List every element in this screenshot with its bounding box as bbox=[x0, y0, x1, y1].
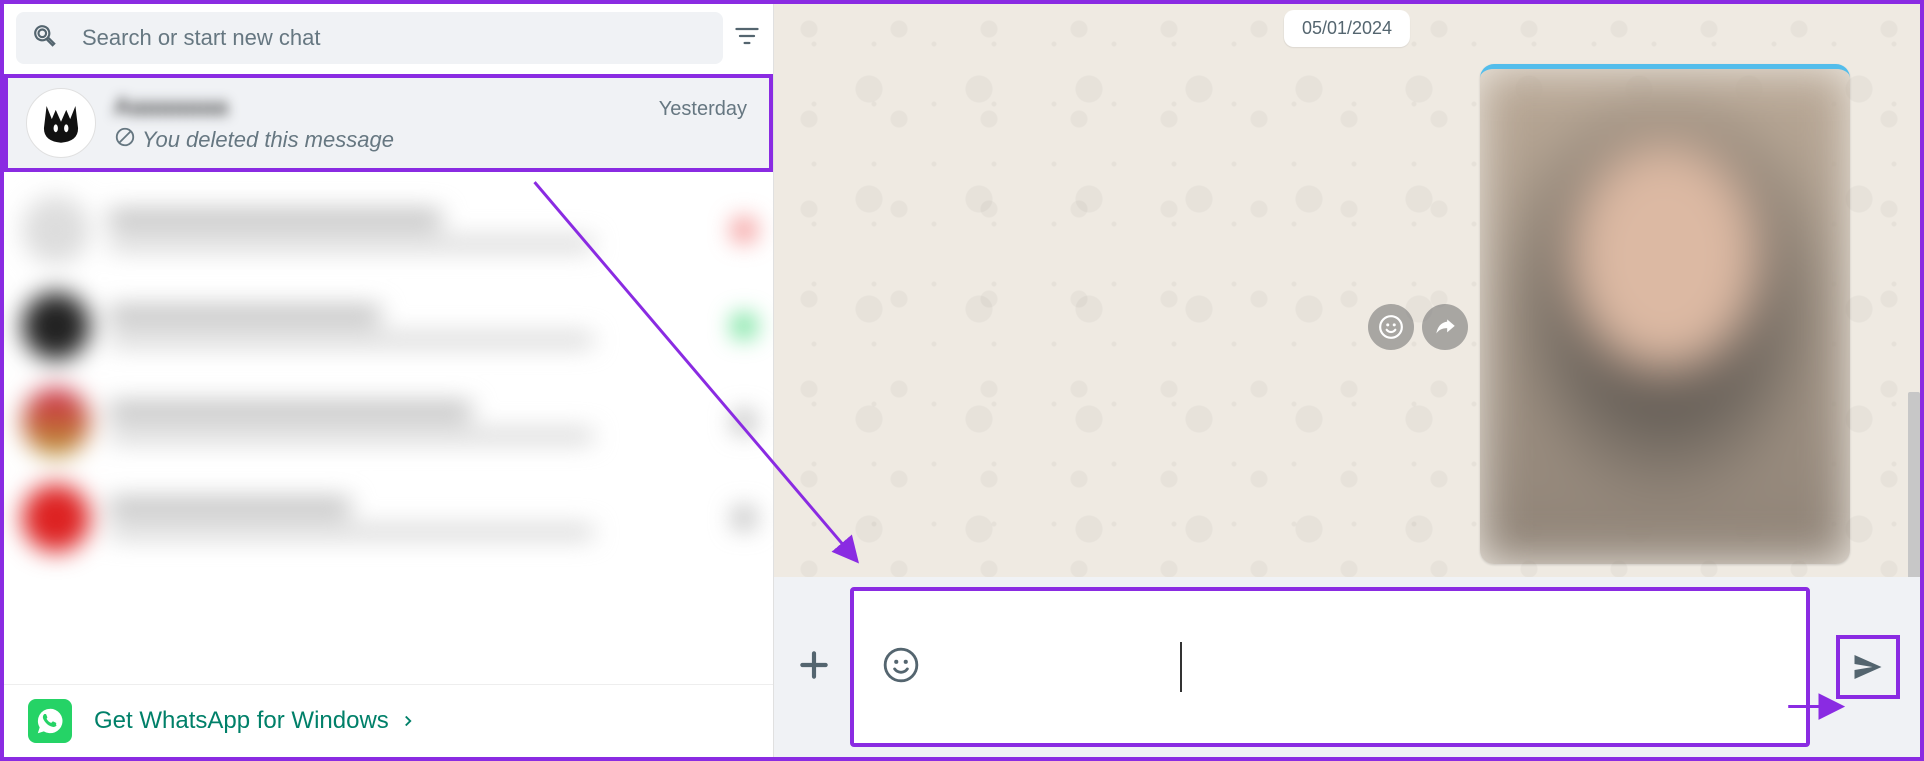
promo-text: Get WhatsApp for Windows bbox=[94, 707, 417, 735]
search-icon bbox=[32, 23, 58, 54]
search-input[interactable]: Search or start new chat bbox=[16, 12, 723, 64]
chat-item-selected[interactable]: Aaaaaaaa Yesterday You deleted this mess… bbox=[4, 74, 773, 172]
text-cursor bbox=[1180, 642, 1182, 692]
whatsapp-icon bbox=[28, 699, 72, 743]
conversation-background: 05/01/2024 bbox=[774, 4, 1920, 577]
chat-scrollbar[interactable] bbox=[1908, 392, 1920, 577]
promo-label: Get WhatsApp for Windows bbox=[94, 707, 389, 735]
image-content-blurred bbox=[1480, 69, 1850, 564]
message-input[interactable] bbox=[850, 587, 1810, 747]
other-chats-blurred bbox=[4, 172, 773, 576]
react-button[interactable] bbox=[1368, 304, 1414, 350]
chat-meta: Aaaaaaaa Yesterday You deleted this mess… bbox=[114, 93, 751, 153]
chat-time: Yesterday bbox=[659, 98, 747, 121]
deleted-message-text: You deleted this message bbox=[142, 127, 394, 153]
date-separator: 05/01/2024 bbox=[1284, 10, 1410, 47]
send-button[interactable] bbox=[1836, 635, 1900, 699]
message-actions bbox=[1368, 304, 1468, 350]
batman-icon bbox=[40, 102, 82, 144]
chevron-right-icon bbox=[399, 712, 417, 730]
avatar bbox=[26, 88, 96, 158]
image-message[interactable] bbox=[1480, 64, 1850, 564]
chat-name: Aaaaaaaa bbox=[114, 93, 228, 122]
search-bar: Search or start new chat bbox=[4, 4, 773, 74]
emoji-icon[interactable] bbox=[882, 646, 920, 689]
filter-icon[interactable] bbox=[733, 22, 761, 55]
composer bbox=[774, 577, 1920, 757]
forward-button[interactable] bbox=[1422, 304, 1468, 350]
prohibit-icon bbox=[114, 126, 136, 153]
whatsapp-windows-promo[interactable]: Get WhatsApp for Windows bbox=[4, 684, 773, 757]
chat-list: Aaaaaaaa Yesterday You deleted this mess… bbox=[4, 74, 773, 684]
conversation-pane: 05/01/2024 bbox=[774, 4, 1920, 757]
chat-sidebar: Search or start new chat Aaaaaaaa Yester… bbox=[4, 4, 774, 757]
search-placeholder: Search or start new chat bbox=[82, 25, 320, 51]
attach-button[interactable] bbox=[794, 645, 834, 690]
